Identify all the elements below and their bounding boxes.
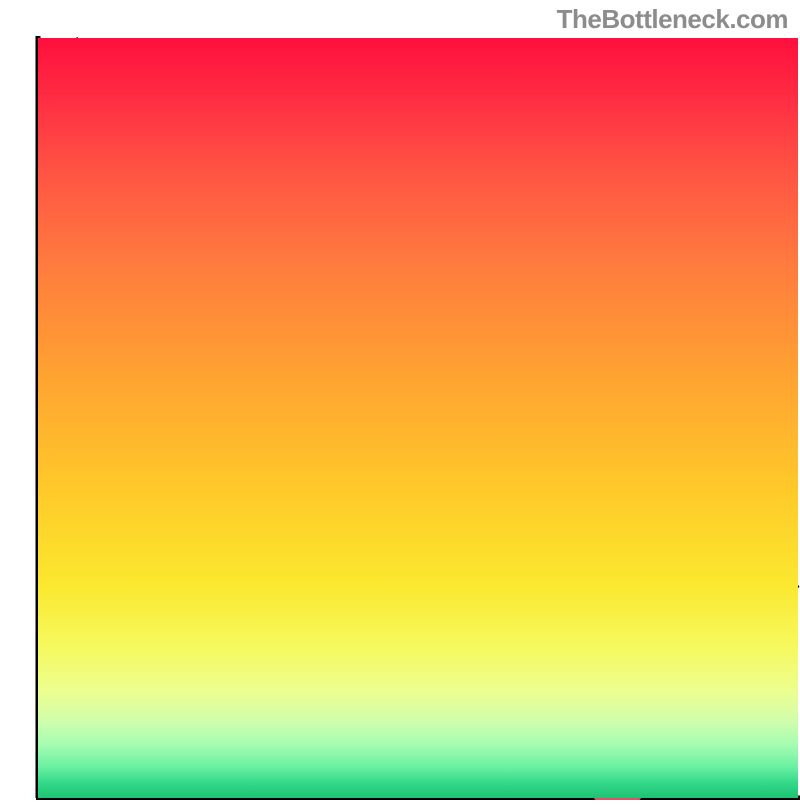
chart-gradient-background (38, 38, 798, 798)
watermark-text: TheBottleneck.com (557, 4, 788, 35)
chart-container: TheBottleneck.com (0, 0, 800, 800)
